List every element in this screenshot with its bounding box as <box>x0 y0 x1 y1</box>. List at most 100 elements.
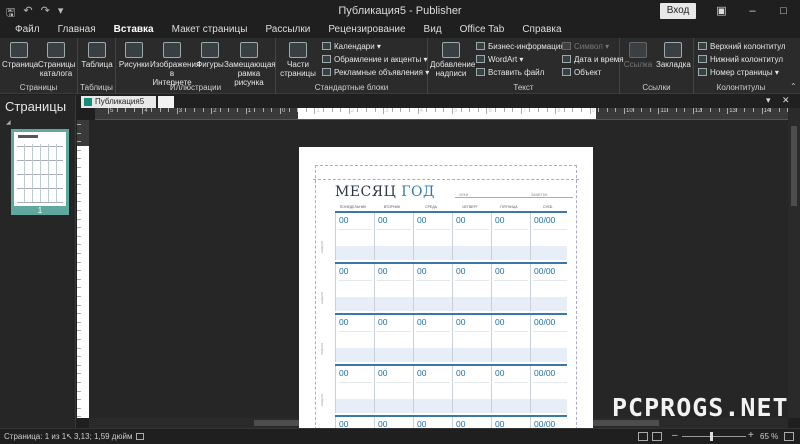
object-button[interactable]: Объект <box>562 67 601 78</box>
day-cell[interactable]: 00 <box>335 264 374 311</box>
page-parts-button[interactable]: Части страницы <box>280 42 316 78</box>
page-thumbnail[interactable]: 1 <box>11 129 69 215</box>
borders-accents-button[interactable]: Обрамление и акценты ▾ <box>322 54 428 65</box>
day-cell[interactable]: 00 <box>491 213 530 260</box>
day-cell[interactable]: 00 <box>452 264 491 311</box>
document-tab[interactable]: Публикация5 <box>81 96 156 108</box>
catalog-pages-button[interactable]: Страницы каталога <box>38 42 76 78</box>
new-tab-button[interactable] <box>158 96 174 108</box>
bookmark-button[interactable]: Закладка <box>656 42 691 69</box>
single-page-view-icon[interactable] <box>638 432 648 441</box>
day-cell[interactable]: 00/00 <box>530 315 569 362</box>
close-document-icon[interactable]: ✕ <box>782 95 790 106</box>
tab-file[interactable]: Файл <box>6 22 49 38</box>
maximize-icon[interactable]: □ <box>768 0 799 22</box>
online-pictures-button[interactable]: Изображения в Интернете <box>150 42 200 87</box>
collapse-ribbon-icon[interactable]: ⌃ <box>790 82 797 91</box>
vertical-scrollbar[interactable] <box>788 108 800 418</box>
link-button[interactable]: Ссылка <box>622 42 654 69</box>
day-cell[interactable]: 00 <box>452 213 491 260</box>
tab-office-tab[interactable]: Office Tab <box>451 22 514 38</box>
day-cell[interactable]: 00 <box>374 213 413 260</box>
header-line <box>455 197 573 198</box>
day-cell[interactable]: 00 <box>374 264 413 311</box>
day-cell[interactable]: 00 <box>491 264 530 311</box>
day-cell[interactable]: 00 <box>374 366 413 413</box>
zoom-slider[interactable] <box>682 436 746 437</box>
insert-file-button[interactable]: Вставить файл <box>476 67 544 78</box>
picture-placeholder-button[interactable]: Замещающая рамка рисунка <box>224 42 276 87</box>
day-number: 00 <box>378 317 388 327</box>
zoom-slider-handle[interactable] <box>710 432 713 441</box>
day-cell[interactable]: 00 <box>335 315 374 362</box>
day-cell[interactable]: 00 <box>413 264 452 311</box>
ruler-minor-tick <box>770 108 772 112</box>
year-text: ГОД <box>401 184 435 200</box>
day-cell[interactable]: 00 <box>452 315 491 362</box>
day-cell[interactable]: 00 <box>374 315 413 362</box>
zoom-in-icon[interactable]: + <box>748 430 754 441</box>
day-cell[interactable]: 00 <box>413 366 452 413</box>
publication-page[interactable]: МЕСЯЦ ГОД ЧЕКИ ЗАМЕТКИ ПОНЕДЕЛЬНИК ВТОРН… <box>299 147 593 437</box>
tab-view[interactable]: Вид <box>415 22 451 38</box>
borders-icon <box>322 55 331 63</box>
minimize-icon[interactable]: – <box>737 0 768 22</box>
login-button[interactable]: Вход <box>660 3 696 19</box>
ruler-label: 9 <box>591 108 595 114</box>
tab-help[interactable]: Справка <box>513 22 570 38</box>
day-cell[interactable]: 00/00 <box>530 366 569 413</box>
day-number: 00 <box>495 317 505 327</box>
calendars-button[interactable]: Календари ▾ <box>322 41 381 52</box>
date-time-button[interactable]: Дата и время <box>562 54 624 65</box>
fit-page-icon[interactable] <box>784 432 794 441</box>
insert-page-button[interactable]: Страница <box>2 42 38 69</box>
tab-review[interactable]: Рецензирование <box>319 22 414 38</box>
pane-expand-icon[interactable]: ◢ <box>6 119 11 126</box>
day-cell[interactable]: 00/00 <box>530 213 569 260</box>
zoom-out-icon[interactable]: – <box>672 430 678 441</box>
day-number: 00 <box>417 317 427 327</box>
day-cell[interactable]: 00 <box>491 315 530 362</box>
tab-insert[interactable]: Вставка <box>105 22 163 41</box>
tab-page-layout[interactable]: Макет страницы <box>163 22 257 38</box>
day-cell[interactable]: 00 <box>413 315 452 362</box>
zoom-level[interactable]: 65 % <box>760 432 778 441</box>
advertisements-button[interactable]: Рекламные объявления ▾ <box>322 67 429 78</box>
horizontal-ruler[interactable]: 5 4 3 2 1 0 1 2 3 4 5 6 7 8 9 10 11 12 13 14 <box>95 108 788 120</box>
shapes-button[interactable]: Фигуры <box>196 42 224 69</box>
page-number-button[interactable]: Номер страницы ▾ <box>698 67 779 78</box>
day-cell[interactable]: 00 <box>335 366 374 413</box>
day-cell[interactable]: 00 <box>452 366 491 413</box>
ruler-tick <box>176 108 178 114</box>
page-indicator[interactable]: Страница: 1 из 1 <box>4 432 66 441</box>
cell-line <box>494 229 528 230</box>
business-info-button[interactable]: Бизнес-информация ▾ <box>476 41 571 52</box>
day-number: 00 <box>495 368 505 378</box>
ruler-tick <box>555 108 557 114</box>
pictures-button[interactable]: Рисунки <box>118 42 150 69</box>
header-button[interactable]: Верхний колонтитул <box>698 41 786 52</box>
ruler-tick <box>77 192 81 194</box>
tab-mailings[interactable]: Рассылки <box>256 22 319 38</box>
day-cell[interactable]: 00 <box>335 213 374 260</box>
tab-list-icon[interactable]: ▾ <box>766 95 771 106</box>
footer-button[interactable]: Нижний колонтитул <box>698 54 783 65</box>
draw-textbox-button[interactable]: Добавление надписи <box>430 42 475 78</box>
ribbon-display-icon[interactable]: ▣ <box>706 0 737 22</box>
vertical-ruler[interactable] <box>77 120 89 418</box>
wordart-button[interactable]: WordArt ▾ <box>476 54 523 65</box>
calendar-title[interactable]: МЕСЯЦ ГОД <box>335 184 435 200</box>
day-cell[interactable]: 00 <box>413 213 452 260</box>
tab-home[interactable]: Главная <box>49 22 105 38</box>
symbol-button[interactable]: Символ ▾ <box>562 41 609 52</box>
calendar-week-row: НЕДЕЛЯ 00 00 00 00 00 00/00 <box>317 364 567 413</box>
day-cell[interactable]: 00 <box>491 366 530 413</box>
ruler-label: 7 <box>522 108 527 114</box>
ruler-minor-tick <box>701 108 703 112</box>
ruler-minor-tick <box>254 108 256 112</box>
scroll-thumb[interactable] <box>791 126 797 206</box>
ruler-label: 2 <box>213 108 217 114</box>
day-cell[interactable]: 00/00 <box>530 264 569 311</box>
two-page-view-icon[interactable] <box>652 432 662 441</box>
insert-table-button[interactable]: Таблица <box>80 42 114 69</box>
